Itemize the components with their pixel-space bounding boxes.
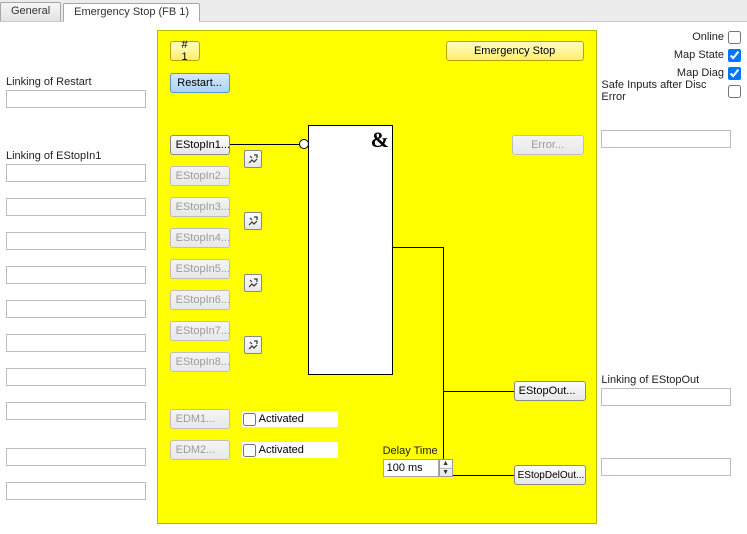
edm1-button: EDM1...	[170, 409, 230, 429]
wire-out-h1	[443, 391, 515, 392]
linking-estopin1-label: Linking of EStopIn1	[6, 150, 149, 162]
wire-out-mid-h	[393, 247, 443, 248]
right-column: Online Map State Map Diag Safe Inputs af…	[597, 22, 747, 534]
tab-emergency-stop[interactable]: Emergency Stop (FB 1)	[63, 3, 200, 22]
linking-estopin5-input[interactable]	[6, 300, 146, 318]
edm1-activated-label: Activated	[259, 413, 304, 425]
edm2-button: EDM2...	[170, 440, 230, 460]
estopin7-button: EStopIn7...	[170, 321, 230, 341]
linking-estopin4-input[interactable]	[6, 266, 146, 284]
edm2-activated-wrap: Activated	[242, 442, 338, 458]
delay-time-spinner: ▲ ▼	[383, 459, 453, 477]
linking-estopout-label: Linking of EStopOut	[601, 374, 731, 386]
tab-general[interactable]: General	[0, 2, 61, 21]
left-column: Linking of Restart Linking of EStopIn1	[0, 22, 155, 534]
amp-symbol: &	[371, 127, 389, 153]
center-panel: # 1 Emergency Stop Restart... EStopIn1..…	[157, 30, 596, 526]
spin-buttons: ▲ ▼	[439, 459, 453, 477]
delay-time-input[interactable]	[383, 459, 439, 477]
linking-edm2-input[interactable]	[6, 482, 146, 500]
wire-in1	[230, 144, 300, 145]
wire-out-h2	[443, 475, 515, 476]
linking-estopin7-input[interactable]	[6, 368, 146, 386]
tool-icon-3[interactable]	[244, 274, 262, 292]
online-label: Online	[692, 31, 724, 43]
spin-down[interactable]: ▼	[440, 469, 452, 477]
wire-out-v	[443, 247, 444, 391]
estopin6-button: EStopIn6...	[170, 290, 230, 310]
edm1-activated-wrap: Activated	[242, 411, 338, 427]
tab-strip: General Emergency Stop (FB 1)	[0, 0, 747, 22]
linking-estopin1-input[interactable]	[6, 164, 146, 182]
fb-box	[308, 125, 393, 375]
linking-estopout-input[interactable]	[601, 388, 731, 406]
estopdelout-button[interactable]: EStopDelOut...	[514, 465, 586, 485]
estopin5-button: EStopIn5...	[170, 259, 230, 279]
estopin8-button: EStopIn8...	[170, 352, 230, 372]
linking-estopin2-input[interactable]	[6, 198, 146, 216]
index-button[interactable]: # 1	[170, 41, 200, 61]
linking-estopin6-input[interactable]	[6, 334, 146, 352]
edm2-activated-label: Activated	[259, 444, 304, 456]
safeinputs-checkbox[interactable]	[728, 85, 741, 98]
estopout-button[interactable]: EStopOut...	[514, 381, 586, 401]
linking-estopin3-input[interactable]	[6, 232, 146, 250]
negation-node	[299, 139, 309, 149]
estopin3-button: EStopIn3...	[170, 197, 230, 217]
linking-restart-input[interactable]	[6, 90, 146, 108]
right-error-input[interactable]	[601, 130, 731, 148]
restart-button[interactable]: Restart...	[170, 73, 230, 93]
safeinputs-label: Safe Inputs after Disc Error	[601, 79, 724, 103]
yellow-panel: # 1 Emergency Stop Restart... EStopIn1..…	[157, 30, 597, 524]
linking-restart-label: Linking of Restart	[6, 76, 149, 88]
tool-icon-4[interactable]	[244, 336, 262, 354]
mapstate-label: Map State	[674, 49, 724, 61]
online-checkbox[interactable]	[728, 31, 741, 44]
estopin2-button: EStopIn2...	[170, 166, 230, 186]
tool-icon-1[interactable]	[244, 150, 262, 168]
mapstate-checkbox[interactable]	[728, 49, 741, 62]
estopin4-button: EStopIn4...	[170, 228, 230, 248]
error-button: Error...	[512, 135, 584, 155]
linking-estopdelout-input[interactable]	[601, 458, 731, 476]
edm2-activated-checkbox[interactable]	[243, 444, 256, 457]
emergency-stop-button[interactable]: Emergency Stop	[446, 41, 584, 61]
delay-time-label: Delay Time	[383, 445, 438, 457]
tool-icon-2[interactable]	[244, 212, 262, 230]
linking-estopin8-input[interactable]	[6, 402, 146, 420]
estopin1-button[interactable]: EStopIn1...	[170, 135, 230, 155]
linking-edm1-input[interactable]	[6, 448, 146, 466]
mapdiag-checkbox[interactable]	[728, 67, 741, 80]
edm1-activated-checkbox[interactable]	[243, 413, 256, 426]
mapdiag-label: Map Diag	[677, 67, 724, 79]
spin-up[interactable]: ▲	[440, 460, 452, 469]
